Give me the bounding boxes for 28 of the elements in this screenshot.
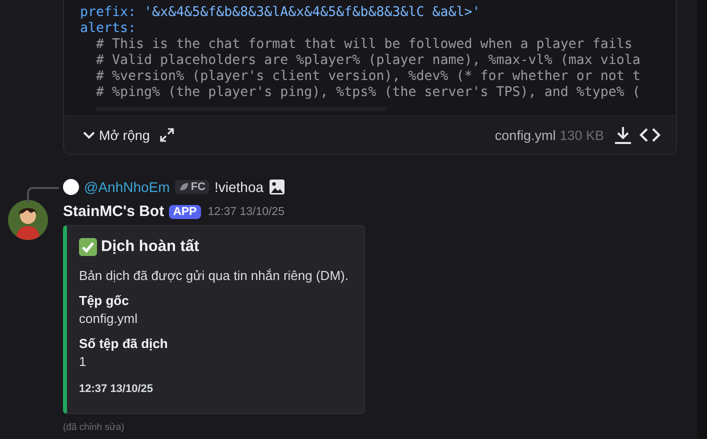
image-icon bbox=[268, 179, 285, 195]
reply-avatar bbox=[63, 179, 79, 195]
embed-description: Bản dịch đã được gửi qua tin nhắn riêng (DM). bbox=[79, 268, 350, 283]
check-icon bbox=[79, 238, 97, 256]
code-comment: # This is the chat format that will be followed when a player fails bbox=[95, 37, 634, 53]
code-comment: # %version% (player's client version), %dev% (* for whether or not t bbox=[95, 69, 642, 85]
field-value: 1 bbox=[79, 354, 88, 369]
avatar[interactable] bbox=[8, 200, 48, 240]
file-name: config.yml bbox=[494, 128, 556, 142]
reply-username[interactable]: @AnhNhoEm bbox=[84, 179, 170, 195]
embed-footer: 12:37 13/10/25 bbox=[79, 383, 352, 395]
code-comment: # Valid placeholders are %player% (player name), %max-vl% (max viola bbox=[95, 53, 642, 69]
leaf-icon bbox=[178, 182, 189, 192]
field-value: config.yml bbox=[79, 311, 139, 326]
file-size: 130 KB bbox=[560, 128, 604, 142]
code-line: prefix: '&x&4&5&f&b&8&3&lA&x&4&5&f&b&8&3&lC &a&l>' bbox=[80, 5, 482, 21]
code-comment: # %ping% (the player's ping), %tps% (the server's TPS), and %type% ( bbox=[95, 85, 642, 101]
embed-title: Dịch hoàn tất bbox=[101, 238, 200, 256]
code-line: alerts: bbox=[80, 21, 138, 37]
author-name[interactable]: StainMC's Bot bbox=[63, 203, 164, 220]
field-name: Số tệp đã dịch bbox=[79, 336, 169, 351]
guild-tag: FC bbox=[174, 180, 210, 194]
field-name: Tệp gốc bbox=[79, 293, 130, 308]
app-badge: APP bbox=[169, 204, 201, 218]
reply-content: !viethoa bbox=[214, 179, 264, 195]
edited-note: (đã chỉnh sửa) bbox=[63, 422, 126, 433]
expand-button[interactable]: Mở rộng bbox=[82, 128, 150, 142]
message-time: 12:37 13/10/25 bbox=[208, 206, 284, 218]
